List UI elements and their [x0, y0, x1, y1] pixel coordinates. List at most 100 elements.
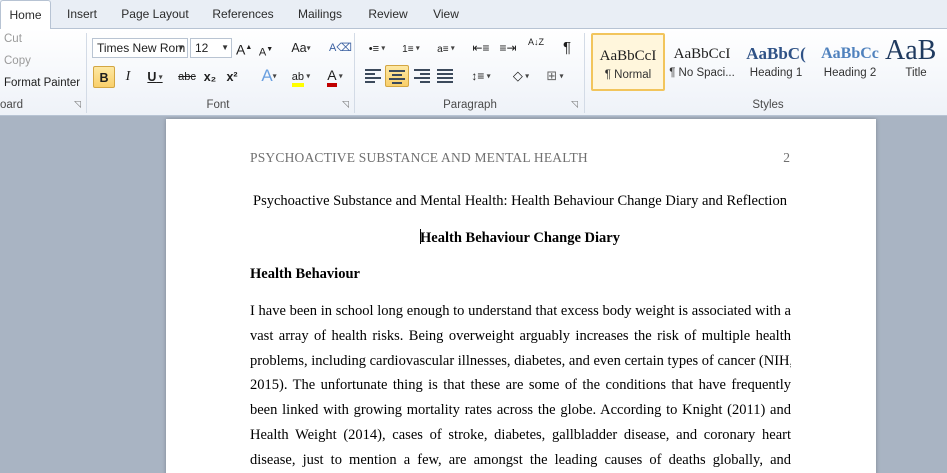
multilevel-list-button[interactable]: a≡ ▾: [431, 37, 461, 59]
decrease-indent-icon: ⇤≡: [472, 41, 490, 55]
align-right-icon: [414, 69, 430, 83]
style-name: Title: [905, 67, 927, 79]
style-heading-2[interactable]: AaBbCc Heading 2: [813, 33, 887, 91]
bold-icon: B: [99, 71, 109, 85]
style-no-spacing[interactable]: AaBbCcI ¶ No Spaci...: [665, 33, 739, 91]
bullets-button[interactable]: •≡ ▾: [363, 37, 391, 59]
style-sample: AaBbCcI: [599, 48, 657, 64]
grow-font-button[interactable]: A▲: [236, 37, 252, 59]
bold-button[interactable]: B: [93, 66, 115, 88]
copy-label: Copy: [4, 55, 31, 67]
subscript-icon: x₂: [203, 70, 217, 84]
format-painter-label: Format Painter: [4, 77, 81, 89]
line-spacing-button[interactable]: ↕≡ ▾: [466, 65, 496, 87]
tab-review[interactable]: Review: [361, 0, 415, 29]
chevron-down-icon: ▾: [156, 72, 163, 82]
strikethrough-button[interactable]: abc: [176, 66, 198, 88]
clear-formatting-icon: A⌫: [329, 42, 352, 54]
style-heading-1[interactable]: AaBbC( Heading 1: [739, 33, 813, 91]
show-formatting-button[interactable]: ¶: [558, 37, 576, 59]
increase-indent-button[interactable]: ≡⇥: [497, 37, 519, 59]
bullets-icon: •≡: [368, 43, 380, 55]
borders-button[interactable]: ⊞ ▾: [540, 65, 570, 87]
styles-group-label: Styles: [752, 99, 784, 111]
body-line: been linked with growing mortality rates…: [250, 402, 791, 419]
tab-page-layout[interactable]: Page Layout: [112, 0, 198, 29]
shading-button[interactable]: ◇ ▾: [505, 65, 537, 87]
chevron-down-icon[interactable]: ▼: [221, 39, 229, 57]
shrink-font-button[interactable]: A▼: [258, 39, 274, 61]
change-case-button[interactable]: Aa▾: [287, 37, 315, 59]
decrease-indent-button[interactable]: ⇤≡: [470, 37, 492, 59]
sort-button[interactable]: A↓Z: [524, 37, 548, 59]
clear-formatting-button[interactable]: A⌫: [329, 37, 352, 59]
ribbon-tab-bar: Home Insert Page Layout References Maili…: [0, 0, 947, 30]
tab-home[interactable]: Home: [0, 0, 51, 30]
style-normal[interactable]: AaBbCcI ¶ Normal: [591, 33, 665, 91]
style-name: Heading 2: [823, 67, 877, 79]
font-size-combo[interactable]: 12 ▼: [190, 38, 232, 58]
clipboard-group-label: oard: [0, 99, 24, 111]
style-name: Heading 1: [749, 67, 803, 79]
align-left-button[interactable]: [362, 65, 384, 87]
document-heading-text: Health Behaviour Change Diary: [420, 230, 620, 246]
cut-button[interactable]: Cut: [4, 33, 22, 45]
body-line: Health Weight (2014), cases of stroke, d…: [250, 426, 791, 443]
ribbon: Cut Copy Format Painter oard ◹ Times New…: [0, 29, 947, 116]
style-name: ¶ Normal: [604, 69, 652, 81]
copy-button[interactable]: Copy: [4, 55, 31, 67]
italic-button[interactable]: I: [120, 66, 136, 88]
format-painter-button[interactable]: Format Painter: [4, 77, 80, 89]
subscript-button[interactable]: x₂: [201, 66, 219, 88]
numbering-icon: 1≡: [402, 44, 414, 55]
font-group-label: Font: [206, 99, 230, 111]
shading-icon: ◇: [512, 68, 523, 83]
align-center-icon: [389, 70, 405, 84]
body-line: problems, including cardiovascular illne…: [250, 352, 791, 369]
document-title: Psychoactive Substance and Mental Health…: [253, 193, 787, 209]
numbering-button[interactable]: 1≡ ▾: [396, 37, 426, 59]
line-spacing-icon: ↕≡: [471, 69, 485, 83]
body-line: I have been in school long enough to und…: [250, 303, 791, 319]
superscript-button[interactable]: x²: [223, 66, 241, 88]
paragraph-dialog-launcher-icon[interactable]: ◹: [571, 99, 578, 110]
document-workspace[interactable]: PSYCHOACTIVE SUBSTANCE AND MENTAL HEALTH…: [0, 117, 947, 473]
sort-icon: A↓Z: [527, 37, 544, 47]
font-color-icon: A: [327, 67, 337, 87]
style-title[interactable]: AaB Title: [883, 33, 947, 91]
chevron-down-icon: ▾: [379, 43, 386, 53]
justify-button[interactable]: [434, 65, 456, 87]
tab-view[interactable]: View: [424, 0, 468, 29]
pilcrow-icon: ¶: [562, 39, 572, 56]
group-divider: [584, 33, 585, 113]
align-center-button[interactable]: [385, 65, 409, 87]
font-family-value: Times New Rom: [97, 41, 186, 55]
chevron-down-icon: ▾: [306, 43, 311, 53]
font-dialog-launcher-icon[interactable]: ◹: [342, 99, 349, 110]
page-number: 2: [783, 150, 790, 165]
chevron-down-icon: ▾: [336, 71, 343, 81]
style-name: ¶ No Spaci...: [669, 67, 735, 79]
tab-mailings[interactable]: Mailings: [289, 0, 351, 29]
style-sample: AaBbC(: [746, 44, 806, 63]
multilevel-list-icon: a≡: [437, 44, 449, 55]
font-size-value: 12: [195, 41, 209, 55]
style-sample: AaBbCcI: [673, 46, 731, 62]
document-page[interactable]: PSYCHOACTIVE SUBSTANCE AND MENTAL HEALTH…: [166, 119, 876, 473]
borders-icon: ⊞: [546, 68, 558, 83]
body-paragraph: I have been in school long enough to und…: [250, 299, 791, 473]
underline-button[interactable]: U ▾: [143, 66, 167, 88]
font-family-combo[interactable]: Times New Rom ▼: [92, 38, 188, 58]
tab-references[interactable]: References: [205, 0, 281, 29]
tab-insert[interactable]: Insert: [56, 0, 108, 29]
text-effects-button[interactable]: A▾: [255, 65, 283, 87]
clipboard-dialog-launcher-icon[interactable]: ◹: [74, 99, 81, 110]
body-line: vast array of health risks. Being overwe…: [250, 327, 791, 344]
highlight-button[interactable]: ab ▾: [285, 65, 317, 87]
align-right-button[interactable]: [411, 65, 433, 87]
align-left-icon: [365, 69, 381, 83]
chevron-down-icon[interactable]: ▼: [177, 39, 185, 57]
body-line: disease, just to mention a few, are amon…: [250, 451, 791, 468]
chevron-down-icon: ▾: [484, 71, 491, 81]
font-color-button[interactable]: A ▾: [320, 65, 350, 87]
